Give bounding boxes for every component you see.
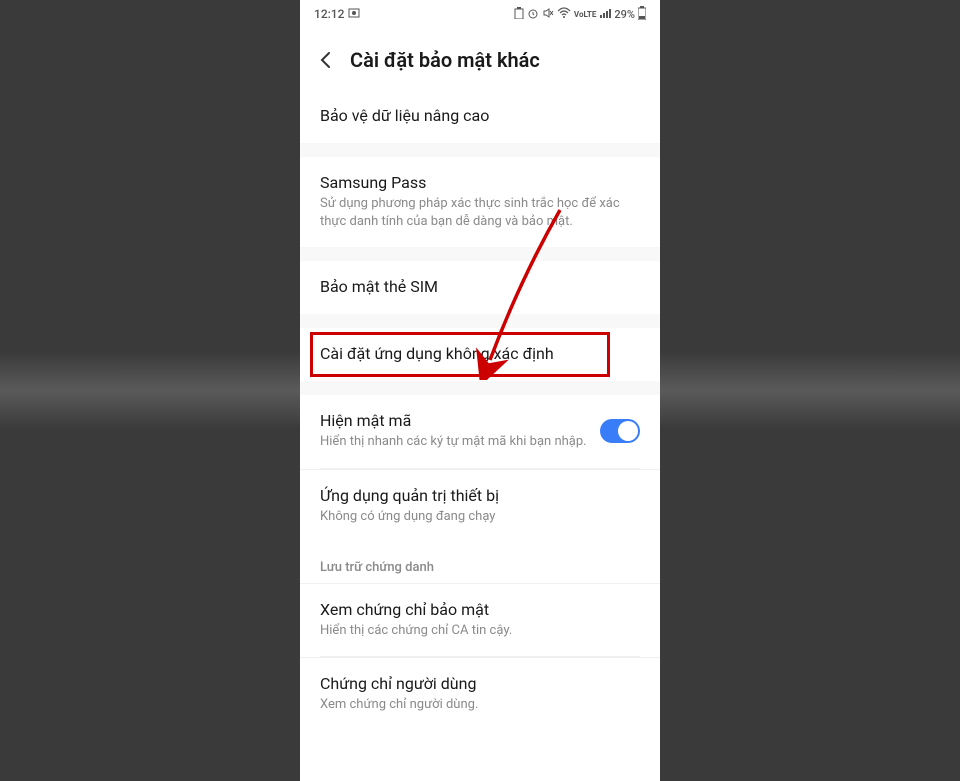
item-subtitle: Sử dụng phương pháp xác thực sinh trắc h… (320, 195, 640, 231)
phone-screen: 12:12 VoLTE 29% Cài đặt bảo mật khác Bảo… (300, 0, 660, 781)
show-password-item[interactable]: Hiện mật mã Hiển thị nhanh các ký tự mật… (300, 395, 660, 467)
samsung-pass-item[interactable]: Samsung Pass Sử dụng phương pháp xác thự… (300, 157, 660, 247)
volte-icon: VoLTE (574, 10, 596, 19)
item-subtitle: Xem chứng chỉ người dùng. (320, 696, 640, 714)
item-subtitle: Không có ứng dụng đang chạy (320, 508, 640, 526)
status-bar: 12:12 VoLTE 29% (300, 0, 660, 28)
item-title: Xem chứng chỉ bảo mật (320, 600, 640, 619)
credential-section-header: Lưu trữ chứng danh (300, 542, 660, 583)
sim-security-item[interactable]: Bảo mật thẻ SIM (300, 261, 660, 314)
battery-pct: 29% (614, 8, 635, 21)
battery-icon (514, 7, 524, 22)
signal-icon (599, 7, 611, 22)
status-time: 12:12 (314, 7, 344, 21)
alarm-icon (527, 7, 539, 22)
view-cert-item[interactable]: Xem chứng chỉ bảo mật Hiển thị các chứng… (300, 583, 660, 656)
advanced-protection-item[interactable]: Bảo vệ dữ liệu nâng cao (300, 90, 660, 143)
page-title: Cài đặt bảo mật khác (350, 48, 540, 72)
item-title: Cài đặt ứng dụng không xác định (320, 344, 640, 363)
item-title: Bảo vệ dữ liệu nâng cao (320, 106, 640, 125)
item-title: Hiện mật mã (320, 411, 590, 430)
item-title: Samsung Pass (320, 173, 640, 192)
screenshot-icon (348, 7, 360, 22)
show-password-toggle[interactable] (600, 419, 640, 443)
mute-icon (542, 7, 554, 22)
unknown-apps-item[interactable]: Cài đặt ứng dụng không xác định (300, 328, 660, 381)
item-title: Chứng chỉ người dùng (320, 674, 640, 693)
item-title: Bảo mật thẻ SIM (320, 277, 640, 296)
item-subtitle: Hiển thị nhanh các ký tự mật mã khi bạn … (320, 433, 590, 451)
item-subtitle: Hiển thị các chứng chỉ CA tin cậy. (320, 622, 640, 640)
item-title: Ứng dụng quản trị thiết bị (320, 486, 640, 505)
user-cert-item[interactable]: Chứng chỉ người dùng Xem chứng chỉ người… (300, 657, 660, 730)
settings-list: Bảo vệ dữ liệu nâng cao Samsung Pass Sử … (300, 90, 660, 730)
device-admin-item[interactable]: Ứng dụng quản trị thiết bị Không có ứng … (300, 469, 660, 542)
page-header: Cài đặt bảo mật khác (300, 28, 660, 90)
back-button[interactable] (316, 50, 336, 70)
battery-level-icon (638, 6, 646, 23)
wifi-icon (557, 7, 571, 22)
